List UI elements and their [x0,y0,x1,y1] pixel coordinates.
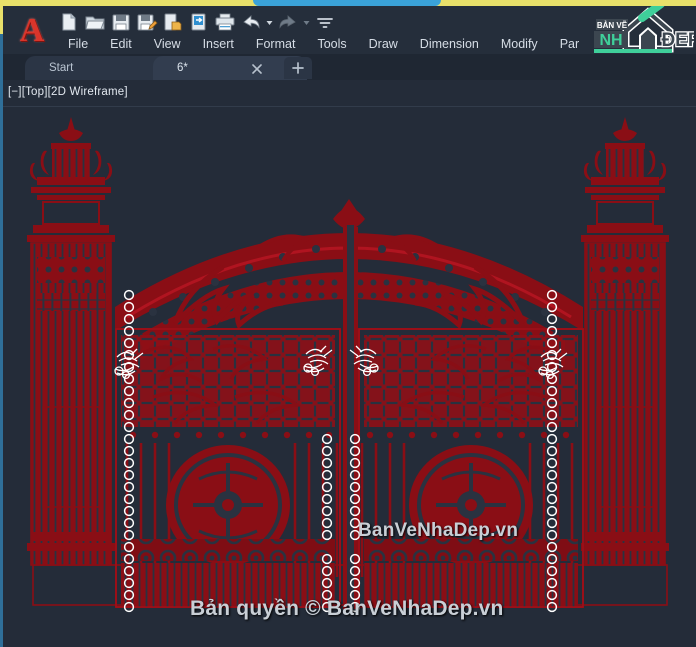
autocad-logo-icon: A [19,12,45,49]
drawing-viewport[interactable]: [−][Top][2D Wireframe] BanVeNhaDep.vn [3,80,696,647]
application-menu-button[interactable]: A [12,10,52,52]
site-logo-short-left: NH [599,32,622,49]
menu-item-dimension[interactable]: Dimension [409,35,490,53]
site-logo: BẢN VẼ NH ĐEP [582,0,696,53]
save-icon[interactable] [109,11,133,33]
window-left-edge [0,0,3,647]
drawing-canvas[interactable] [3,107,696,647]
menu-item-insert[interactable]: Insert [192,35,245,53]
viewport-control-label[interactable]: [−][Top][2D Wireframe] [8,86,128,98]
quick-access-toolbar [57,10,337,34]
new-icon[interactable] [57,11,81,33]
new-tab-icon[interactable] [284,57,312,79]
undo-dropdown-icon[interactable] [265,11,274,33]
open-icon[interactable] [83,11,107,33]
close-icon[interactable] [250,62,264,76]
file-tab-bar: Start 6* [3,54,696,80]
redo-icon[interactable] [276,11,300,33]
import-icon[interactable] [187,11,211,33]
autocad-window: A File Edit View Insert Format Tools Dra… [0,0,696,647]
window-titlebar-stub [253,0,441,6]
export-icon[interactable] [161,11,185,33]
save-as-icon[interactable] [135,11,159,33]
redo-dropdown-icon[interactable] [302,11,311,33]
site-logo-short-right: ĐEP [661,30,694,51]
customize-icon[interactable] [313,11,337,33]
window-left-edge-highlight [0,0,3,34]
menu-item-file[interactable]: File [57,35,99,53]
plot-icon[interactable] [213,11,237,33]
menu-item-tools[interactable]: Tools [306,35,357,53]
menu-item-modify[interactable]: Modify [490,35,549,53]
menu-item-view[interactable]: View [143,35,192,53]
gate-drawing [27,117,669,613]
menu-item-edit[interactable]: Edit [99,35,143,53]
left-pillar [27,117,115,566]
right-pillar [581,117,669,566]
site-logo-line1: BẢN VẼ [597,21,628,30]
undo-icon[interactable] [239,11,263,33]
menu-item-format[interactable]: Format [245,35,307,53]
menu-item-draw[interactable]: Draw [358,35,409,53]
menu-bar: File Edit View Insert Format Tools Draw … [57,33,590,55]
